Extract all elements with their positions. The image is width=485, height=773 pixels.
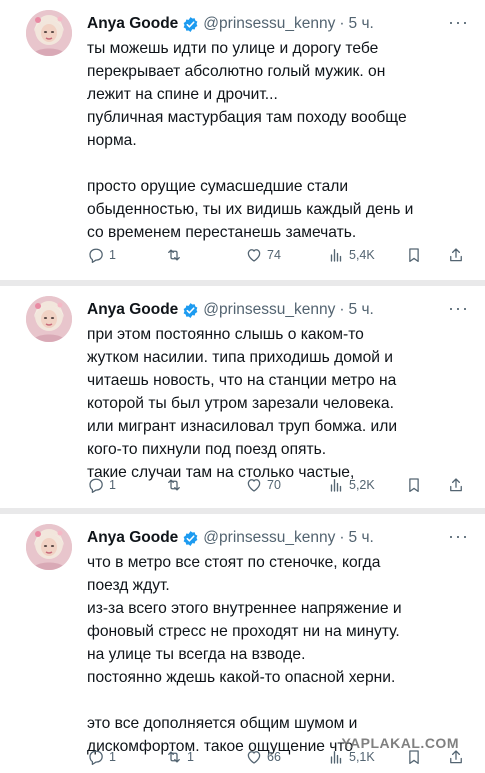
- views-chart-icon: [330, 249, 342, 262]
- reply-button[interactable]: 1: [87, 244, 116, 266]
- tweet-text-line: поезд ждут.: [87, 577, 170, 594]
- tweet-text: при этом постоянно слышь о каком-то жутк…: [87, 323, 463, 484]
- avatar[interactable]: [26, 10, 72, 56]
- tweet-text-line: фоновый стресс не проходят ни на минуту.: [87, 623, 400, 640]
- repost-icon: [168, 249, 180, 261]
- views-button[interactable]: 5,2K: [327, 474, 375, 496]
- tweet-header: Anya Goode @prinsessu_kenny · 5 ч. ···: [87, 12, 473, 36]
- views-count: 5,1K: [349, 750, 375, 764]
- tweet-text-line: читаешь новость, что на станции метро на: [87, 372, 397, 389]
- tweet-header: Anya Goode @prinsessu_kenny · 5 ч. ···: [87, 298, 473, 322]
- tweet-time[interactable]: 5 ч.: [349, 301, 374, 319]
- avatar[interactable]: [26, 296, 72, 342]
- separator-dot: ·: [339, 301, 345, 318]
- author-handle[interactable]: @prinsessu_kenny: [203, 529, 335, 547]
- share-icon: [450, 248, 462, 262]
- like-count: 66: [267, 750, 281, 764]
- tweet[interactable]: Anya Goode @prinsessu_kenny · 5 ч. ··· т…: [0, 0, 485, 280]
- repost-icon: [168, 479, 180, 491]
- bookmark-icon: [409, 248, 419, 263]
- tweet-text-line: обыденностью, ты их видишь каждый день и: [87, 201, 414, 218]
- author-handle[interactable]: @prinsessu_kenny: [203, 15, 335, 33]
- tweet-actions: 1 70 5,2K: [87, 474, 469, 496]
- repost-button[interactable]: [165, 244, 187, 266]
- tweet-actions: 1 74 5,4K: [87, 244, 469, 266]
- tweet[interactable]: Anya Goode @prinsessu_kenny · 5 ч. ··· п…: [0, 286, 485, 508]
- repost-count: 1: [187, 750, 194, 764]
- reply-icon: [89, 478, 103, 493]
- views-chart-icon: [330, 479, 342, 492]
- verified-badge-icon: [182, 530, 199, 547]
- views-button[interactable]: 5,4K: [327, 244, 375, 266]
- tweet-time[interactable]: 5 ч.: [349, 15, 374, 33]
- like-button[interactable]: 74: [245, 244, 281, 266]
- bookmark-icon: [409, 478, 419, 493]
- share-button[interactable]: [447, 474, 465, 496]
- author-name[interactable]: Anya Goode: [87, 529, 178, 547]
- repost-icon: [168, 751, 180, 763]
- reply-count: 1: [109, 478, 116, 492]
- tweet-text-line: публичная мастурбация там походу вообще: [87, 109, 407, 126]
- heart-icon: [247, 751, 261, 764]
- bookmark-button[interactable]: [405, 474, 423, 496]
- tweet-text-line: на улице ты всегда на взводе.: [87, 646, 306, 663]
- tweet-text-line: норма.: [87, 132, 137, 149]
- tweet-text-line: лежит на спине и дрочит...: [87, 86, 278, 103]
- reply-count: 1: [109, 248, 116, 262]
- verified-badge-icon: [182, 302, 199, 319]
- more-options-icon[interactable]: ···: [448, 298, 469, 318]
- reply-count: 1: [109, 750, 116, 764]
- author-name[interactable]: Anya Goode: [87, 15, 178, 33]
- tweet-text-line: при этом постоянно слышь о каком-то: [87, 326, 364, 343]
- tweet-text-line: со временем перестанешь замечать.: [87, 224, 357, 241]
- author-handle[interactable]: @prinsessu_kenny: [203, 301, 335, 319]
- tweet-text-line: ты можешь идти по улице и дорогу тебе: [87, 40, 379, 57]
- reply-button[interactable]: 1: [87, 746, 116, 768]
- more-options-icon[interactable]: ···: [448, 526, 469, 546]
- heart-icon: [247, 479, 261, 492]
- like-count: 74: [267, 248, 281, 262]
- tweet[interactable]: Anya Goode @prinsessu_kenny · 5 ч. ··· ч…: [0, 514, 485, 773]
- tweet-text-line: из-за всего этого внутреннее напряжение …: [87, 600, 402, 617]
- heart-icon: [247, 249, 261, 262]
- tweet-header: Anya Goode @prinsessu_kenny · 5 ч. ···: [87, 526, 473, 550]
- author-name[interactable]: Anya Goode: [87, 301, 178, 319]
- like-button[interactable]: 66: [245, 746, 281, 768]
- tweet-text-line: жутком насилии. типа приходишь домой и: [87, 349, 394, 366]
- tweet-text-line: кого-то пихнули под поезд опять.: [87, 441, 327, 458]
- tweet-time[interactable]: 5 ч.: [349, 529, 374, 547]
- tweet-text: что в метро все стоят по стеночке, когда…: [87, 551, 463, 758]
- like-count: 70: [267, 478, 281, 492]
- reply-button[interactable]: 1: [87, 474, 116, 496]
- reply-icon: [89, 248, 103, 263]
- separator-dot: ·: [339, 15, 345, 32]
- verified-badge-icon: [182, 16, 199, 33]
- share-button[interactable]: [447, 244, 465, 266]
- share-icon: [450, 478, 462, 492]
- watermark: YAPLAKAL.COM: [341, 735, 459, 751]
- tweet-text: ты можешь идти по улице и дорогу тебе пе…: [87, 37, 463, 244]
- tweet-text-line: это все дополняется общим шумом и: [87, 715, 358, 732]
- tweet-text-line: перекрывает абсолютно голый мужик. он: [87, 63, 386, 80]
- bookmark-button[interactable]: [405, 244, 423, 266]
- like-button[interactable]: 70: [245, 474, 281, 496]
- tweet-text-line: или мигрант изнасиловал труп бомжа. или: [87, 418, 398, 435]
- views-count: 5,4K: [349, 248, 375, 262]
- tweet-text-line: которой ты был утром зарезали человека.: [87, 395, 394, 412]
- reply-icon: [89, 750, 103, 765]
- tweet-text-line: постоянно ждешь какой-то опасной херни.: [87, 669, 396, 686]
- tweet-text-line: что в метро все стоят по стеночке, когда: [87, 554, 381, 571]
- views-count: 5,2K: [349, 478, 375, 492]
- avatar[interactable]: [26, 524, 72, 570]
- tweet-text-line: просто орущие сумасшедшие стали: [87, 178, 349, 195]
- repost-button[interactable]: [165, 474, 187, 496]
- repost-button[interactable]: 1: [165, 746, 194, 768]
- more-options-icon[interactable]: ···: [448, 12, 469, 32]
- separator-dot: ·: [339, 529, 345, 546]
